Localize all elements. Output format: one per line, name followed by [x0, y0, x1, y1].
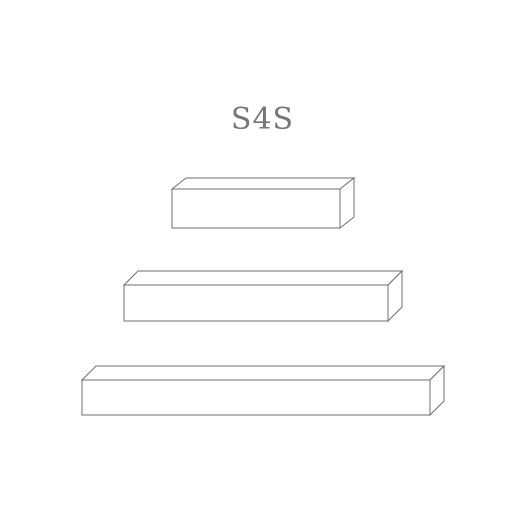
large-board [80, 364, 446, 417]
medium-board [122, 269, 404, 323]
large-board-front-face [81, 379, 431, 416]
lumber-boards [80, 176, 446, 417]
small-board-front-face [171, 188, 341, 229]
large-board-top-face [80, 365, 446, 381]
diagram-canvas: S4S [0, 0, 525, 525]
small-board-top-face [170, 177, 356, 190]
medium-board-front-face [123, 284, 389, 322]
medium-board-top-face [122, 270, 404, 286]
small-board [170, 176, 356, 230]
